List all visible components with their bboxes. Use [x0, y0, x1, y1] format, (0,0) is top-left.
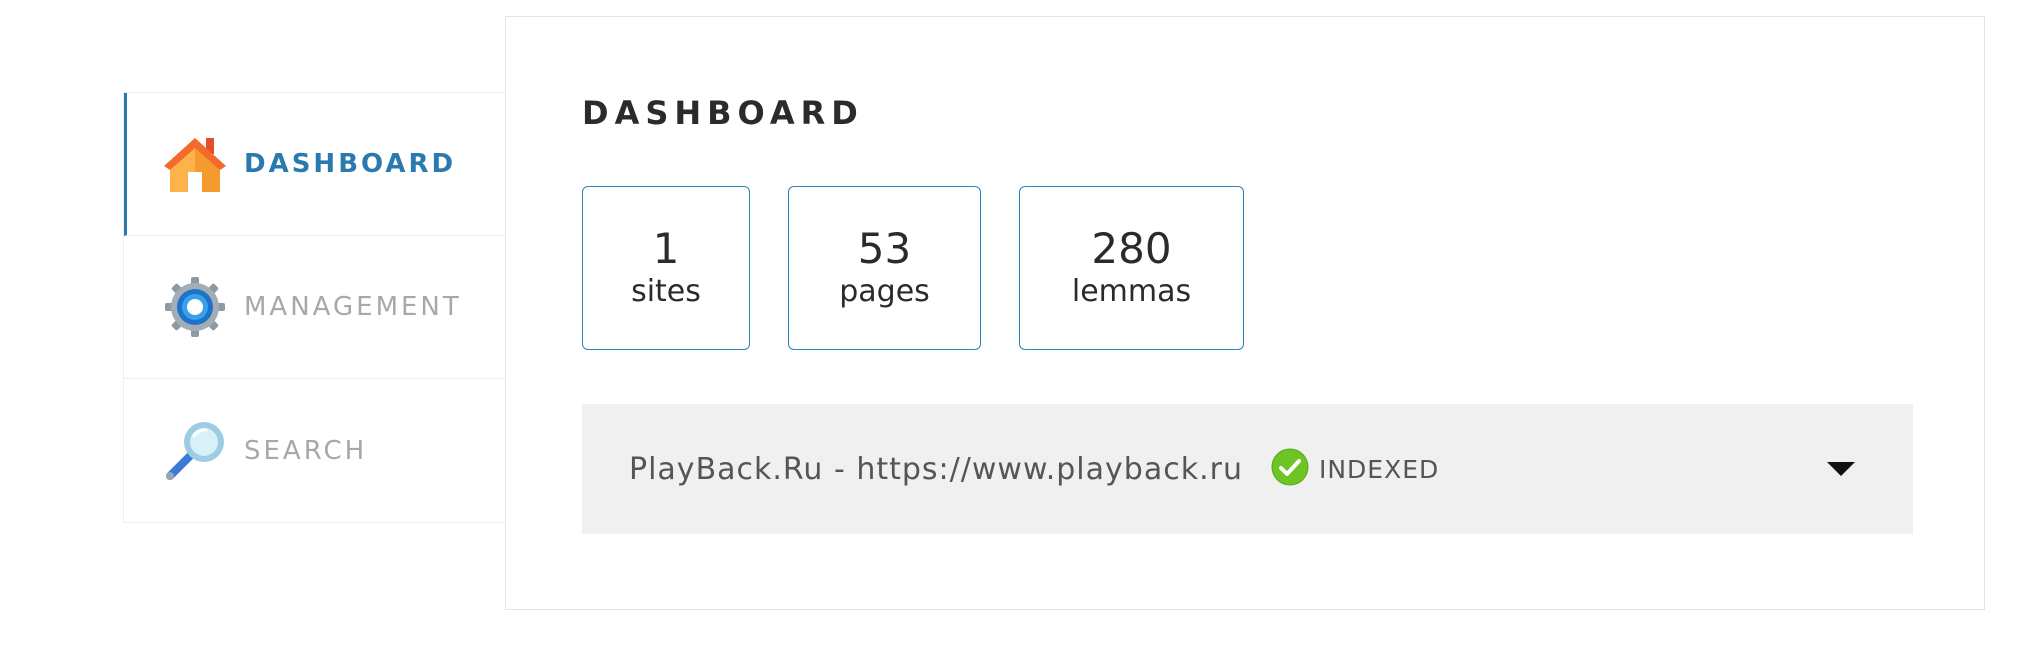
- dashboard-panel: DASHBOARD 1 sites 53 pages 280 lemmas Pl…: [505, 16, 1985, 610]
- caret-down-icon[interactable]: [1821, 449, 1861, 489]
- stat-label: sites: [631, 274, 701, 310]
- stats-summary: 1 sites 53 pages 280 lemmas: [582, 186, 1244, 350]
- stat-sites-card: 1 sites: [582, 186, 750, 350]
- check-circle-icon: [1271, 448, 1309, 490]
- stat-value: 53: [857, 224, 912, 274]
- sidebar-item-dashboard[interactable]: DASHBOARD: [124, 93, 505, 236]
- status-badge: INDEXED: [1271, 448, 1439, 490]
- magnifier-icon: [160, 416, 230, 486]
- gear-icon: [160, 272, 230, 342]
- sidebar-item-label: MANAGEMENT: [244, 292, 462, 322]
- stat-value: 280: [1091, 224, 1172, 274]
- page-title: DASHBOARD: [582, 94, 864, 132]
- app-page: DASHBOARD MANAGEMENT SEARCH DASHBOARD 1 …: [0, 0, 2024, 668]
- stat-value: 1: [652, 224, 680, 274]
- sidebar-nav: DASHBOARD MANAGEMENT SEARCH: [123, 92, 505, 523]
- sidebar-item-search[interactable]: SEARCH: [124, 379, 505, 522]
- stat-lemmas-card: 280 lemmas: [1019, 186, 1244, 350]
- house-icon: [160, 129, 230, 199]
- site-row[interactable]: PlayBack.Ru - https://www.playback.ru IN…: [582, 404, 1913, 534]
- stat-pages-card: 53 pages: [788, 186, 981, 350]
- sidebar-item-label: DASHBOARD: [244, 149, 457, 179]
- stat-label: lemmas: [1071, 274, 1192, 310]
- site-name: PlayBack.Ru - https://www.playback.ru: [629, 451, 1243, 487]
- status-text: INDEXED: [1318, 454, 1440, 484]
- sidebar-item-label: SEARCH: [244, 435, 368, 466]
- sidebar-item-management[interactable]: MANAGEMENT: [124, 236, 505, 379]
- stat-label: pages: [839, 274, 930, 310]
